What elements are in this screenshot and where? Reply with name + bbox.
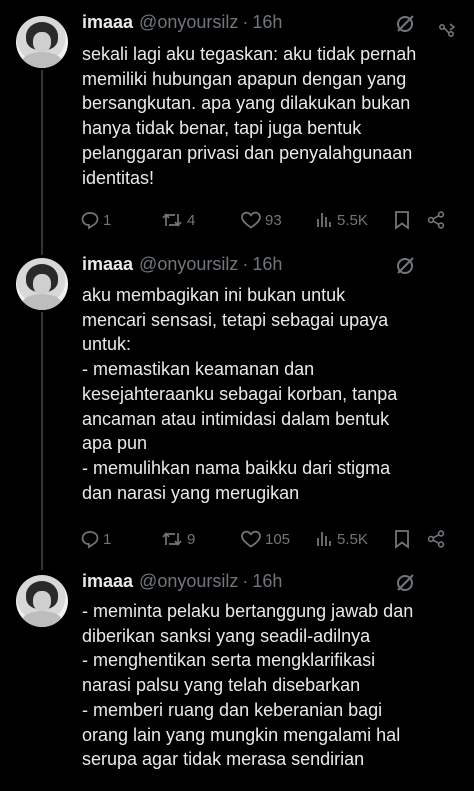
text-line: identitas!	[82, 167, 155, 188]
grok-icon[interactable]	[394, 13, 416, 35]
share-button[interactable]	[426, 208, 446, 232]
like-count: 105	[265, 530, 291, 548]
user-handle[interactable]: @onyoursilz	[139, 254, 238, 275]
views-icon	[317, 213, 331, 227]
like-icon	[241, 530, 261, 548]
tweet-header: imaaa @onyoursilz · 16h	[82, 254, 282, 278]
thread-line	[41, 70, 43, 255]
text-line: narasi palsu yang telah disebarkan	[82, 675, 361, 696]
avatar[interactable]	[16, 16, 68, 68]
separator-dot: ·	[242, 12, 249, 32]
action-bar: 1 4 93 5.5K	[80, 208, 460, 232]
display-name[interactable]: imaaa	[82, 254, 133, 275]
views-count: 5.5K	[337, 530, 368, 548]
repost-icon	[162, 532, 182, 546]
tweet-header: imaaa @onyoursilz · 16h	[82, 571, 282, 595]
reply-count: 1	[103, 530, 112, 548]
bookmark-icon	[395, 530, 409, 549]
tweet-text: - meminta pelaku bertanggung jawab dan d…	[82, 599, 462, 772]
like-icon	[241, 211, 261, 229]
text-line: untuk:	[82, 334, 132, 355]
text-line: kesejahteraanku sebagai korban, tanpa	[82, 383, 398, 404]
views-icon	[317, 532, 331, 546]
like-button[interactable]: 105	[240, 527, 290, 551]
grok-icon[interactable]	[394, 572, 416, 594]
text-line: - memberi ruang dan keberanian bagi	[82, 699, 383, 720]
thread-line	[41, 312, 43, 570]
text-line: - menghentikan serta mengklarifikasi	[82, 650, 376, 671]
bookmark-icon	[395, 211, 409, 230]
timestamp[interactable]: 16h	[252, 12, 282, 33]
text-line: bersangkutan. apa yang dilakukan bukan	[82, 93, 411, 114]
views-count: 5.5K	[337, 211, 368, 229]
user-handle[interactable]: @onyoursilz	[139, 571, 238, 592]
separator-dot: ·	[242, 571, 249, 591]
text-line: sekali lagi aku tegaskan: aku tidak pern…	[82, 44, 417, 64]
views-button[interactable]: 5.5K	[314, 527, 368, 551]
bookmark-button[interactable]	[393, 208, 411, 232]
repost-button[interactable]: 4	[160, 208, 195, 232]
tweet-header: imaaa @onyoursilz · 16h	[82, 12, 282, 36]
repost-count: 9	[187, 530, 196, 548]
tweet-text: sekali lagi aku tegaskan: aku tidak pern…	[82, 42, 462, 190]
display-name[interactable]: imaaa	[82, 571, 133, 592]
text-line: memiliki hubungan apapun dengan yang	[82, 68, 407, 89]
repost-icon	[162, 213, 182, 227]
display-name[interactable]: imaaa	[82, 12, 133, 33]
reply-icon	[81, 531, 99, 549]
share-icon	[427, 211, 445, 229]
text-line: aku membagikan ini bukan untuk	[82, 285, 346, 305]
separator-dot: ·	[242, 254, 249, 274]
more-icon[interactable]	[436, 18, 458, 40]
text-line: hanya tidak benar, tapi juga bentuk	[82, 118, 362, 139]
tweet-text: aku membagikan ini bukan untuk mencari s…	[82, 283, 462, 505]
grok-icon[interactable]	[394, 255, 416, 277]
text-line: serupa agar tidak merasa sendirian	[82, 749, 365, 770]
reply-button[interactable]: 1	[80, 527, 111, 551]
share-button[interactable]	[426, 527, 446, 551]
text-line: dan narasi yang merugikan	[82, 482, 300, 503]
share-icon	[427, 530, 445, 548]
views-button[interactable]: 5.5K	[314, 208, 368, 232]
timestamp[interactable]: 16h	[252, 254, 282, 275]
avatar[interactable]	[16, 575, 68, 627]
repost-button[interactable]: 9	[160, 527, 195, 551]
text-line: pelanggaran privasi dan penyalahgunaan	[82, 142, 413, 163]
bookmark-button[interactable]	[393, 527, 411, 551]
text-line: mencari sensasi, tetapi sebagai upaya	[82, 309, 389, 330]
text-line: apa pun	[82, 433, 148, 454]
repost-count: 4	[187, 211, 196, 229]
like-button[interactable]: 93	[240, 208, 282, 232]
reply-count: 1	[103, 211, 112, 229]
user-handle[interactable]: @onyoursilz	[139, 12, 238, 33]
text-line: - memastikan keamanan dan	[82, 359, 315, 380]
text-line: - memulihkan nama baikku dari stigma	[82, 457, 391, 478]
text-line: ancaman atau intimidasi dalam bentuk	[82, 408, 390, 429]
text-line: - meminta pelaku bertanggung jawab dan	[82, 601, 414, 621]
text-line: orang lain yang mungkin mengalami hal	[82, 724, 401, 745]
avatar[interactable]	[16, 258, 68, 310]
timestamp[interactable]: 16h	[252, 571, 282, 592]
text-line: diberikan sanksi yang seadil-adilnya	[82, 625, 371, 646]
like-count: 93	[265, 211, 282, 229]
reply-icon	[81, 212, 99, 230]
action-bar: 1 9 105 5.5K	[80, 527, 460, 551]
reply-button[interactable]: 1	[80, 208, 111, 232]
